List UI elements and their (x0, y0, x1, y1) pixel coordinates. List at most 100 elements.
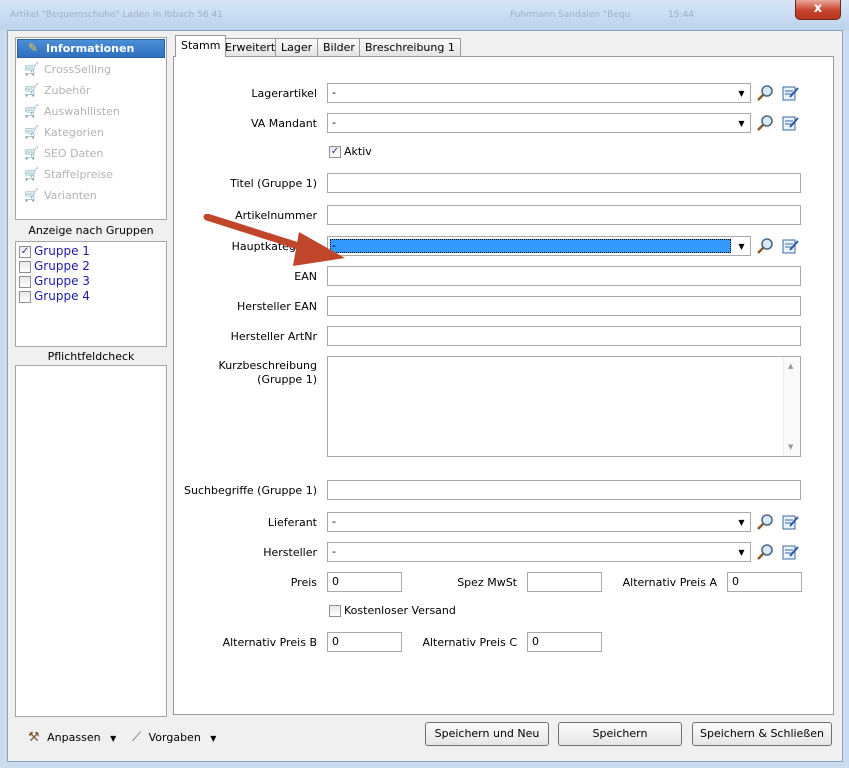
edit-icon[interactable] (781, 237, 799, 255)
titel-input[interactable] (327, 173, 801, 193)
sidebar-item-crossselling[interactable]: 🛒 CrossSelling (16, 59, 166, 80)
wand-icon: ⟋ (132, 730, 142, 745)
sidebar-item-staffelpreise[interactable]: 🛒 Staffelpreise (16, 164, 166, 185)
artikelnummer-input[interactable] (327, 205, 801, 225)
hersteller-ean-input[interactable] (327, 296, 801, 316)
alt-preis-a-input[interactable]: 0 (727, 572, 802, 592)
sidebar-item-kategorien[interactable]: 🛒 Kategorien (16, 122, 166, 143)
close-button[interactable]: x (795, 0, 841, 20)
edit-icon[interactable] (781, 84, 799, 102)
spez-mwst-input[interactable] (527, 572, 602, 592)
save-button[interactable]: Speichern (558, 722, 682, 746)
lieferant-label: Lieferant (267, 516, 317, 529)
sidebar-item-varianten[interactable]: 🛒 Varianten (16, 185, 166, 206)
search-icon[interactable] (756, 84, 774, 102)
sidebar-item-auswahllisten[interactable]: 🛒 Auswahllisten (16, 101, 166, 122)
edit-icon[interactable] (781, 513, 799, 531)
vorgaben-label: Vorgaben (148, 731, 201, 744)
sidebar-item-label: Kategorien (44, 126, 104, 139)
versand-checkbox[interactable] (329, 605, 341, 617)
kurzbeschreibung-label: Kurzbeschreibung (218, 359, 317, 372)
kurzbeschreibung-textarea[interactable]: ▲ ▼ (327, 356, 801, 457)
annotation-arrow-icon (203, 214, 345, 266)
chevron-down-icon[interactable]: ▼ (736, 114, 747, 132)
search-icon[interactable] (756, 543, 774, 561)
versand-checkbox-row[interactable]: Kostenloser Versand (329, 604, 456, 617)
search-icon[interactable] (756, 513, 774, 531)
va-mandant-label: VA Mandant (250, 117, 317, 130)
group-checkbox[interactable]: ✓ (19, 246, 31, 258)
lagerartikel-combo[interactable]: - ▼ (327, 83, 751, 103)
sidebar-item-label: Zubehör (44, 84, 91, 97)
hersteller-artnr-input[interactable] (327, 326, 801, 346)
search-icon[interactable] (756, 114, 774, 132)
form-panel: Lagerartikel - ▼ VA Mandant - ▼ ✓ Aktiv … (173, 56, 834, 715)
scrollbar[interactable]: ▲ ▼ (783, 357, 800, 456)
edit-icon[interactable] (781, 114, 799, 132)
search-icon[interactable] (756, 237, 774, 255)
edit-icon[interactable] (781, 543, 799, 561)
chevron-down-icon[interactable]: ▼ (736, 237, 747, 255)
cart-icon: 🛒 (24, 188, 39, 202)
preis-input[interactable]: 0 (327, 572, 402, 592)
sidebar-item-seo-daten[interactable]: 🛒 SEO Daten (16, 143, 166, 164)
cart-icon: 🛒 (24, 146, 39, 160)
chevron-down-icon[interactable]: ▼ (736, 543, 747, 561)
group-checkbox[interactable] (19, 261, 31, 273)
pflichtfeld-title: Pflichtfeldcheck (47, 350, 135, 363)
group-item-1[interactable]: ✓ Gruppe 1 (16, 244, 166, 259)
cart-icon: 🛒 (24, 125, 39, 139)
scroll-down-icon[interactable]: ▼ (788, 443, 793, 451)
sidebar-item-zubehoer[interactable]: 🛒 Zubehör (16, 80, 166, 101)
hauptkategorie-combo[interactable]: - ▼ (327, 236, 751, 256)
alt-preis-c-label: Alternativ Preis C (422, 636, 517, 649)
sidebar-item-label: CrossSelling (44, 63, 112, 76)
tab-bilder[interactable]: Bilder (317, 38, 361, 56)
sidebar-item-label: SEO Daten (44, 147, 104, 160)
tab-lager[interactable]: Lager (275, 38, 319, 56)
va-mandant-combo[interactable]: - ▼ (327, 113, 751, 133)
sidebar-item-informationen[interactable]: ✎ Informationen (17, 39, 165, 58)
ean-label: EAN (294, 270, 317, 283)
group-item-4[interactable]: Gruppe 4 (16, 289, 166, 304)
lieferant-combo[interactable]: - ▼ (327, 512, 751, 532)
group-item-2[interactable]: Gruppe 2 (16, 259, 166, 274)
chevron-down-icon[interactable]: ▼ (736, 84, 747, 102)
aktiv-checkbox[interactable]: ✓ (329, 146, 341, 158)
chevron-down-icon[interactable]: ▼ (736, 513, 747, 531)
group-checkbox[interactable] (19, 276, 31, 288)
anpassen-dropdown[interactable]: ⚒ Anpassen ▼ (28, 728, 116, 748)
cart-icon: 🛒 (24, 167, 39, 181)
sidebar-item-label: Auswahllisten (44, 105, 120, 118)
save-close-button[interactable]: Speichern & Schließen (692, 722, 832, 746)
aktiv-checkbox-row[interactable]: ✓ Aktiv (329, 145, 372, 158)
titel-label: Titel (Gruppe 1) (230, 177, 317, 190)
hersteller-combo[interactable]: - ▼ (327, 542, 751, 562)
hersteller-ean-label: Hersteller EAN (237, 300, 317, 313)
combo-value: - (332, 86, 336, 99)
vorgaben-dropdown[interactable]: ⟋ Vorgaben ▼ (132, 728, 216, 748)
group-item-3[interactable]: Gruppe 3 (16, 274, 166, 289)
pencil-icon: ✎ (27, 41, 39, 55)
alt-preis-b-label: Alternativ Preis B (222, 636, 317, 649)
selection-highlight (330, 239, 731, 253)
alt-preis-c-input[interactable]: 0 (527, 632, 602, 652)
ean-input[interactable] (327, 266, 801, 286)
pflichtfeld-box (15, 365, 167, 717)
chevron-down-icon: ▼ (110, 734, 117, 743)
sidebar-item-label: Varianten (44, 189, 97, 202)
tab-stamm[interactable]: Stamm (175, 35, 227, 57)
title-bar: Artikel "Bequemschuhe" Laden In Ibbach 5… (0, 0, 849, 30)
tab-erweitert[interactable]: Erweitert (219, 38, 282, 56)
save-new-button[interactable]: Speichern und Neu (425, 722, 549, 746)
combo-value: - (332, 545, 336, 558)
tab-breschreibung[interactable]: Breschreibung 1 (359, 38, 461, 56)
tools-icon: ⚒ (28, 730, 40, 745)
window-title: Artikel "Bequemschuhe" Laden In Ibbach 5… (10, 10, 223, 20)
scroll-up-icon[interactable]: ▲ (788, 362, 793, 370)
group-label: Gruppe 4 (34, 289, 90, 303)
suchbegriffe-input[interactable] (327, 480, 801, 500)
lagerartikel-label: Lagerartikel (251, 87, 317, 100)
group-checkbox[interactable] (19, 291, 31, 303)
alt-preis-b-input[interactable]: 0 (327, 632, 402, 652)
